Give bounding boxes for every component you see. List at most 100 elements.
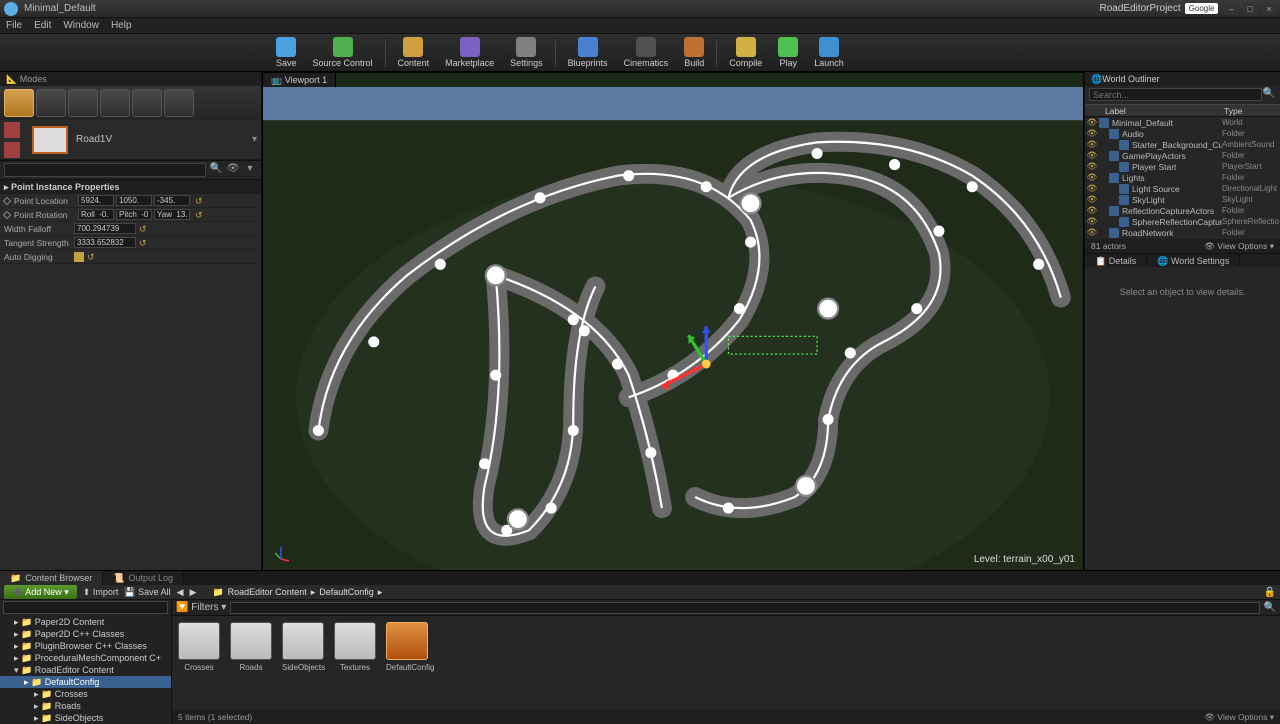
toolbar-save[interactable]: Save: [268, 35, 305, 70]
outliner-row[interactable]: 👁GamePlayActorsFolder: [1085, 150, 1280, 161]
tab-world-settings[interactable]: 🌐 World Settings: [1147, 254, 1240, 267]
outliner-row[interactable]: 👁ReflectionCaptureActorsFolder: [1085, 205, 1280, 216]
outliner-row[interactable]: 👁RoadNetworkFolder: [1085, 227, 1280, 238]
cb-tree-node[interactable]: ▾ 📁 RoadEditor Content: [0, 664, 171, 676]
outliner-row[interactable]: 👁SphereReflectionCapture10SphereReflecti…: [1085, 216, 1280, 227]
toolbar-compile[interactable]: Compile: [721, 35, 770, 70]
viewport[interactable]: 📺 Viewport 1 ▾ 📐 Perspective 💡 Lit Show …: [262, 72, 1084, 570]
cb-item[interactable]: Roads: [230, 622, 272, 672]
cb-tree-node[interactable]: ▸ 📁 Paper2D Content: [0, 616, 171, 628]
cb-item[interactable]: Textures: [334, 622, 376, 672]
chevron-down-icon[interactable]: ▾: [252, 134, 257, 145]
outliner-row[interactable]: 👁Minimal_DefaultWorld: [1085, 117, 1280, 128]
nav-back-button[interactable]: ◀: [177, 587, 184, 598]
toolbar-cinematics[interactable]: Cinematics: [616, 35, 677, 70]
cb-search-input[interactable]: [230, 602, 1259, 614]
width-input[interactable]: [74, 223, 136, 234]
reset-icon[interactable]: ↺: [139, 224, 149, 234]
cb-tree-node[interactable]: ▸ 📁 Crosses: [0, 688, 171, 700]
search-icon[interactable]: 🔍: [209, 163, 223, 177]
window-title: Minimal_Default: [24, 3, 96, 14]
outliner-row[interactable]: 👁Player StartPlayerStart: [1085, 161, 1280, 172]
outliner-row[interactable]: 👁LightsFolder: [1085, 172, 1280, 183]
cb-item[interactable]: DefaultConfig: [386, 622, 428, 672]
section-header[interactable]: ▸ Point Instance Properties: [0, 180, 261, 194]
autodig-checkbox[interactable]: [74, 252, 84, 262]
lock-icon[interactable]: 🔒: [1264, 587, 1276, 598]
tab-output-log[interactable]: 📜 Output Log: [103, 571, 184, 585]
mode-road[interactable]: [164, 89, 194, 117]
save-all-button[interactable]: 💾 Save All: [124, 587, 170, 598]
cb-source-tree[interactable]: ▸ 📁 Paper2D Content▸ 📁 Paper2D C++ Class…: [0, 600, 172, 724]
props-search-input[interactable]: [4, 163, 206, 177]
outliner-search-input[interactable]: [1089, 88, 1262, 101]
outliner-row[interactable]: 👁AudioFolder: [1085, 128, 1280, 139]
details-empty: Select an object to view details.: [1085, 267, 1280, 570]
cb-items[interactable]: CrossesRoadsSideObjectsTexturesDefaultCo…: [172, 616, 1280, 710]
outliner-tree[interactable]: 👁Minimal_DefaultWorld👁AudioFolder👁Starte…: [1085, 117, 1280, 239]
toolbar-launch[interactable]: Launch: [806, 35, 852, 70]
outliner-row[interactable]: 👁SkyLightSkyLight: [1085, 194, 1280, 205]
import-button[interactable]: ⬆ Import: [83, 587, 119, 598]
menu-file[interactable]: File: [6, 20, 22, 31]
mode-foliage[interactable]: [100, 89, 130, 117]
cb-tree-node[interactable]: ▸ 📁 Roads: [0, 700, 171, 712]
loc-z-input[interactable]: [154, 195, 190, 206]
cb-tree-search-input[interactable]: [3, 601, 168, 614]
prop-tangent: Tangent Strength ↺: [0, 236, 261, 250]
tangent-input[interactable]: [74, 237, 136, 248]
filters-button[interactable]: 🔽 Filters ▾: [176, 602, 226, 613]
cb-item[interactable]: SideObjects: [282, 622, 324, 672]
asset-thumbnail[interactable]: [32, 126, 68, 154]
loc-x-input[interactable]: [78, 195, 114, 206]
toolbar-source-control[interactable]: Source Control: [305, 35, 381, 70]
menu-window[interactable]: Window: [63, 20, 99, 31]
cb-tree-node[interactable]: ▸ 📁 PluginBrowser C++ Classes: [0, 640, 171, 652]
cb-tree-node[interactable]: ▸ 📁 Paper2D C++ Classes: [0, 628, 171, 640]
search-icon[interactable]: 🔍: [1262, 88, 1276, 102]
rot-yaw-input[interactable]: [154, 209, 190, 220]
rot-roll-input[interactable]: [78, 209, 114, 220]
loc-y-input[interactable]: [116, 195, 152, 206]
cb-tree-node[interactable]: ▸ 📁 DefaultConfig: [0, 676, 171, 688]
asset-row[interactable]: Road1V ▾: [0, 120, 261, 160]
breadcrumb[interactable]: 📁 RoadEditor Content ▸ DefaultConfig ▸: [212, 587, 382, 598]
tab-details[interactable]: 📋 Details: [1085, 254, 1147, 267]
search-icon[interactable]: 🔍: [1264, 602, 1276, 613]
toolbar-play[interactable]: Play: [770, 35, 806, 70]
viewport-tab[interactable]: 📺 Viewport 1: [263, 73, 336, 87]
mode-landscape[interactable]: [68, 89, 98, 117]
tab-content-browser[interactable]: 📁 Content Browser: [0, 571, 103, 585]
mode-paint[interactable]: [36, 89, 66, 117]
toolbar-content[interactable]: Content: [390, 35, 438, 70]
close-button[interactable]: ×: [1262, 3, 1276, 15]
add-new-button[interactable]: ➕ Add New ▾: [4, 585, 77, 599]
outliner-columns: Label Type: [1085, 104, 1280, 117]
eye-icon[interactable]: 👁: [226, 163, 240, 177]
cb-tree-node[interactable]: ▸ 📁 ProceduralMeshComponent C+: [0, 652, 171, 664]
reset-icon[interactable]: ↺: [139, 238, 149, 248]
reset-icon[interactable]: ↺: [87, 252, 97, 262]
menu-help[interactable]: Help: [111, 20, 132, 31]
outliner-row[interactable]: 👁Starter_Background_CueAmbientSound: [1085, 139, 1280, 150]
toolbar-blueprints[interactable]: Blueprints: [560, 35, 616, 70]
toolbar-settings[interactable]: Settings: [502, 35, 551, 70]
menu-edit[interactable]: Edit: [34, 20, 51, 31]
reset-icon[interactable]: ↺: [195, 196, 205, 206]
minimize-button[interactable]: –: [1224, 3, 1238, 15]
toolbar-marketplace[interactable]: Marketplace: [437, 35, 502, 70]
cb-item[interactable]: Crosses: [178, 622, 220, 672]
mode-geometry[interactable]: [132, 89, 162, 117]
toolbar-build[interactable]: Build: [676, 35, 712, 70]
view-options-button[interactable]: 👁 View Options ▾: [1204, 710, 1274, 724]
chevron-down-icon[interactable]: ▾: [243, 163, 257, 177]
nav-fwd-button[interactable]: ▶: [190, 587, 197, 598]
cb-tree-node[interactable]: ▸ 📁 SideObjects: [0, 712, 171, 724]
view-options-button[interactable]: 👁 View Options ▾: [1204, 241, 1274, 252]
reset-icon[interactable]: ↺: [195, 210, 205, 220]
maximize-button[interactable]: □: [1243, 3, 1257, 15]
prop-location: Point Location ↺: [0, 194, 261, 208]
outliner-row[interactable]: 👁Light SourceDirectionalLight: [1085, 183, 1280, 194]
rot-pitch-input[interactable]: [116, 209, 152, 220]
mode-place[interactable]: [4, 89, 34, 117]
